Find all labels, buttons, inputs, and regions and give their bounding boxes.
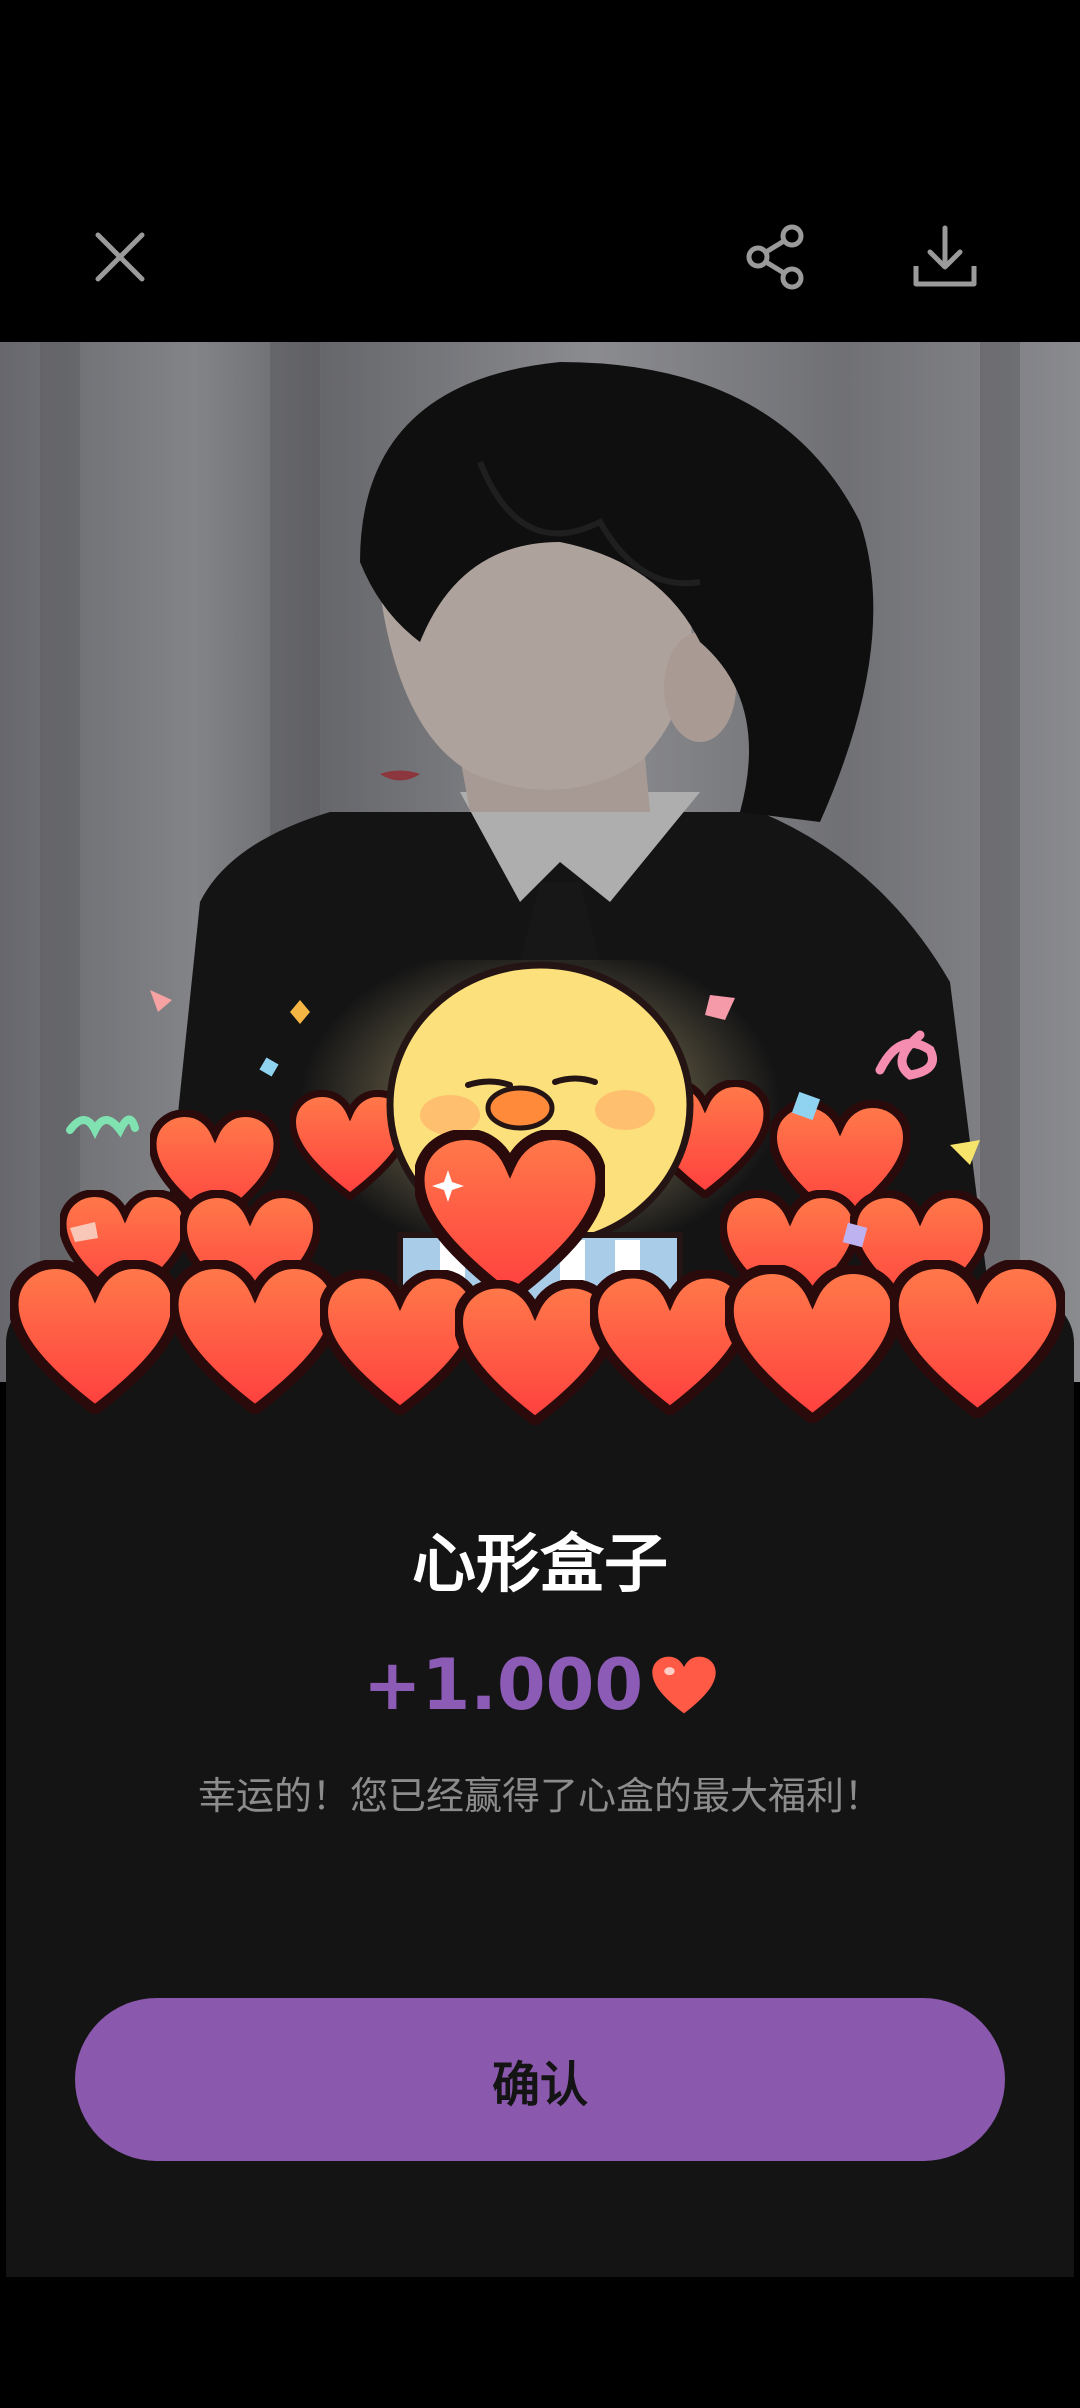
dialog-title: 心形盒子: [412, 1528, 668, 1602]
download-icon: [913, 225, 977, 287]
hearts-illustration: [0, 960, 1080, 1460]
confirm-button[interactable]: 确认: [75, 1998, 1005, 2161]
close-button[interactable]: [75, 212, 165, 302]
share-icon: [746, 224, 804, 290]
reward-description: 幸运的！您已经赢得了心盒的最大福利！: [197, 1774, 882, 1818]
reward-amount: +1.000: [0, 1640, 1080, 1730]
bottom-bar: [0, 2277, 1080, 2408]
close-icon: [95, 232, 145, 282]
heart-icon: [652, 1656, 716, 1714]
download-button[interactable]: [900, 212, 990, 302]
top-bar: [0, 0, 1080, 342]
share-button[interactable]: [732, 212, 822, 302]
reward-amount-value: +1.000: [362, 1644, 644, 1726]
